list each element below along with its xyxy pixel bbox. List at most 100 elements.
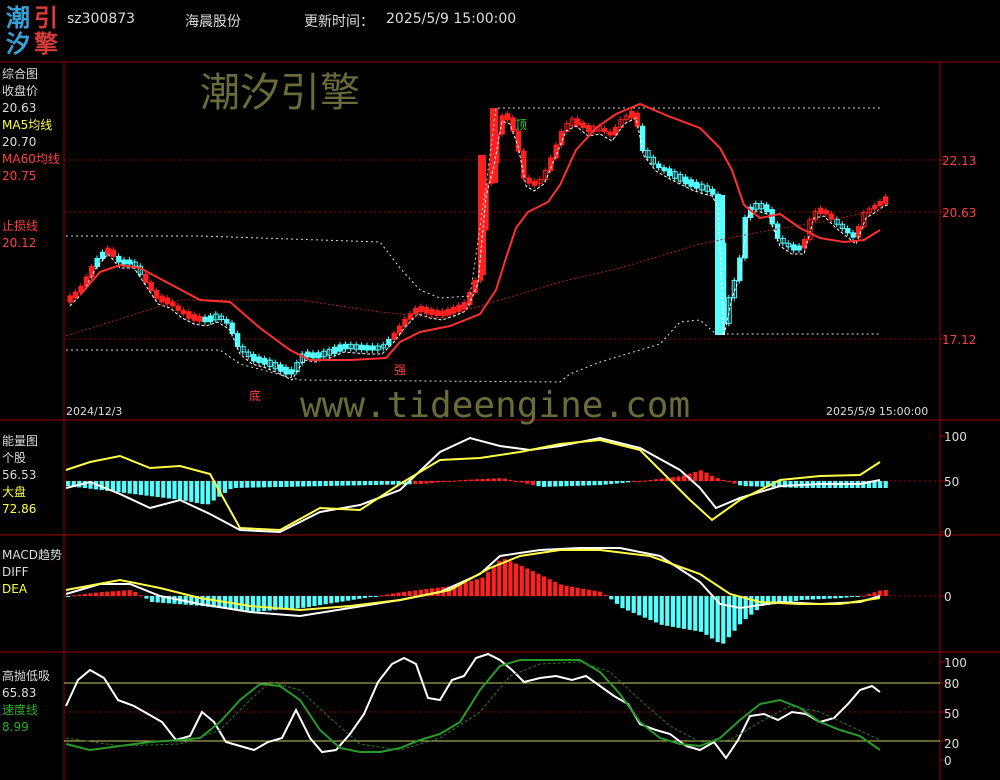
energy-bar-124 (760, 481, 765, 487)
macd-bar-103 (642, 596, 647, 618)
candle-body-116 (693, 181, 700, 189)
energy-bar-129 (788, 481, 793, 488)
energy-bar-112 (693, 472, 698, 481)
macd-dea-label: DEA (2, 582, 28, 596)
energy-bar-35 (262, 481, 267, 488)
macd-bar-136 (827, 596, 832, 599)
speed-label: 速度线 (2, 703, 39, 717)
energy-bar-24 (200, 481, 205, 505)
macd-bar-31 (239, 596, 244, 611)
energy-bar-92 (581, 481, 586, 486)
candle-body-111 (666, 168, 673, 177)
macd-bar-109 (676, 596, 681, 628)
energy-bar-49 (340, 481, 345, 486)
candle-body-49 (332, 346, 338, 354)
candle-body-23 (191, 313, 198, 321)
candle-body-140 (823, 209, 829, 215)
candle-body-29 (224, 318, 230, 324)
energy-bar-115 (710, 475, 715, 481)
macd-bar-2 (77, 594, 82, 596)
energy-bar-121 (743, 481, 748, 487)
gaopao-title: 高抛低吸 (2, 669, 51, 683)
energy-bar-83 (530, 481, 535, 485)
candle-body-105 (634, 112, 640, 127)
macd-bar-91 (575, 587, 580, 596)
macd-bar-56 (379, 595, 384, 597)
energy-bar-104 (648, 479, 653, 481)
candle-body-71 (450, 306, 457, 314)
candle-body-15 (148, 281, 154, 291)
candle-body-73 (461, 302, 468, 310)
main-panel-legend: 综合图 收盘价 20.63 MA5均线 20.70 MA60均线 20.75 (2, 66, 60, 185)
energy-bar-84 (536, 481, 541, 487)
candle-body-17 (159, 295, 165, 303)
energy-bar-116 (715, 478, 720, 481)
candle-body-25 (202, 316, 208, 323)
candle-body-66 (423, 307, 430, 314)
energy-bar-75 (486, 478, 491, 481)
energy-bar-77 (497, 478, 502, 481)
energy-bar-106 (659, 478, 664, 481)
candle-body-109 (656, 163, 662, 169)
gaopao-tick-0: 0 (944, 754, 952, 768)
candle-body-151 (882, 196, 889, 205)
macd-bar-76 (491, 566, 496, 596)
stop-value: 20.12 (2, 236, 37, 250)
macd-bar-0 (66, 596, 71, 597)
energy-bar-39 (284, 481, 289, 487)
energy-bar-46 (323, 481, 328, 487)
price-tick-high: 22.13 (942, 154, 977, 168)
candle-body-95 (580, 122, 586, 128)
energy-bar-91 (575, 481, 580, 486)
macd-bar-106 (659, 596, 664, 625)
energy-bar-98 (614, 481, 619, 484)
energy-bar-90 (570, 481, 575, 486)
energy-bar-50 (346, 481, 351, 486)
macd-bar-60 (402, 591, 407, 596)
macd-bar-93 (586, 589, 591, 596)
candle-body-84 (521, 150, 527, 179)
candle-body-19 (170, 301, 176, 307)
ma5-label: MA5均线 (2, 118, 53, 132)
candle-body-134 (791, 244, 797, 251)
energy-bar-72 (469, 479, 474, 481)
candle-body-45 (310, 352, 316, 359)
macd-bar-98 (614, 596, 619, 604)
macd-bar-130 (794, 596, 799, 601)
ma60-value: 20.75 (2, 169, 37, 183)
candle-body-6 (99, 251, 106, 259)
candle-body-99 (602, 128, 608, 133)
candle-body-72 (456, 304, 462, 312)
macd-tick-0: 0 (944, 590, 952, 604)
macd-bar-52 (357, 596, 362, 599)
macd-bar-59 (396, 592, 401, 596)
macd-bar-78 (502, 559, 507, 596)
energy-bar-100 (626, 481, 631, 483)
watermark-url: www.tideengine.com (300, 385, 691, 426)
candle-body-39 (278, 364, 284, 372)
macd-bar-39 (284, 596, 289, 610)
energy-bar-97 (609, 481, 614, 485)
candle-body-34 (251, 354, 257, 362)
macd-bar-112 (693, 596, 698, 631)
energy-bar-146 (883, 481, 888, 488)
stop-label: 止损线 (2, 219, 39, 233)
macd-bar-87 (553, 581, 558, 596)
macd-bar-46 (323, 596, 328, 605)
macd-bar-140 (850, 596, 855, 597)
candle-body-96 (585, 125, 592, 133)
energy-bar-12 (133, 481, 138, 495)
energy-bar-101 (631, 481, 636, 482)
macd-bar-132 (805, 596, 810, 600)
marker-top: 顶 (515, 118, 528, 132)
date-end: 2025/5/9 15:00:00 (826, 405, 929, 418)
energy-bar-122 (749, 481, 754, 487)
energy-title: 能量图 (2, 434, 39, 448)
candle-body-8 (110, 249, 117, 257)
gaopao-tick-50: 50 (944, 707, 960, 721)
energy-bar-14 (144, 481, 149, 496)
macd-bar-83 (530, 571, 535, 596)
ma60-label: MA60均线 (2, 152, 60, 166)
energy-bar-16 (155, 481, 160, 498)
candle-body-119 (710, 188, 716, 195)
